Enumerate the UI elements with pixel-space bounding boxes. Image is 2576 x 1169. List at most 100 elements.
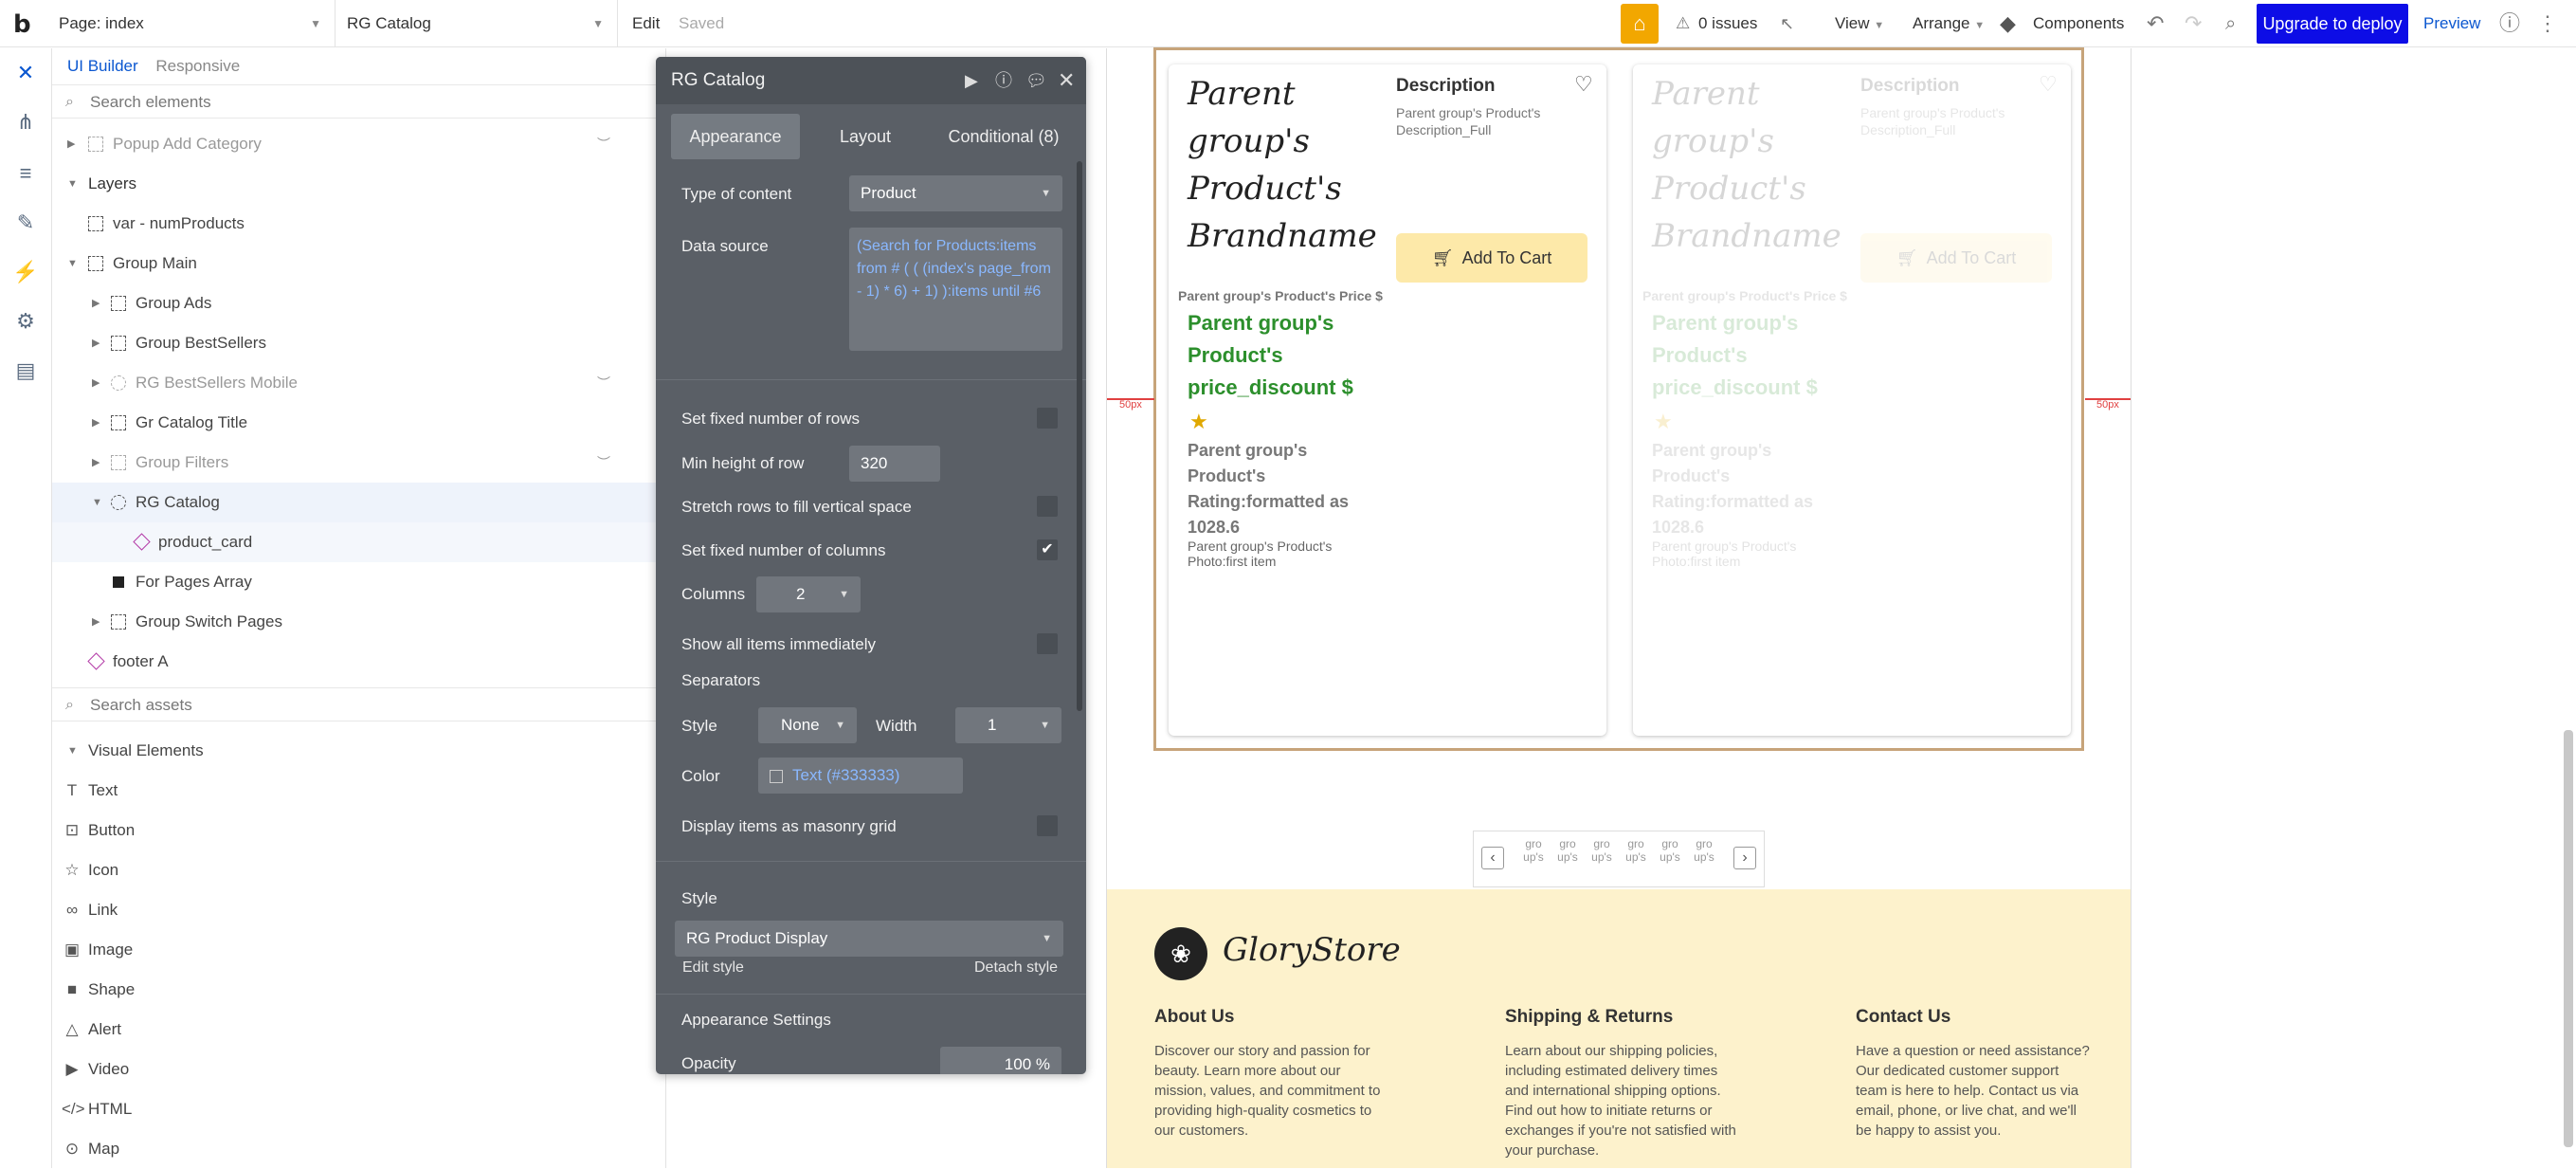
page-number[interactable]: gro up's <box>1551 837 1584 864</box>
min-height-input[interactable]: 320 <box>849 446 940 482</box>
tree-item-group-main[interactable]: ▼ Group Main <box>52 244 666 283</box>
columns-select[interactable]: 2 ▼ <box>756 576 861 612</box>
visual-element-map[interactable]: ⊙ Map <box>52 1129 666 1169</box>
hidden-eye-icon[interactable]: ︶ <box>597 124 610 164</box>
play-icon[interactable]: ▶ <box>965 57 978 104</box>
opacity-input[interactable]: 100 % <box>940 1047 1061 1074</box>
chevron-right-icon[interactable]: › <box>1733 847 1756 869</box>
element-select[interactable]: RG Catalog ▼ <box>336 0 618 47</box>
masonry-checkbox[interactable] <box>1037 815 1058 836</box>
tab-appearance[interactable]: Appearance <box>671 114 800 159</box>
redo-icon[interactable]: ↷ <box>2185 0 2202 47</box>
stretch-rows-checkbox[interactable] <box>1037 496 1058 517</box>
add-to-cart-button[interactable]: 🛒︎ Add To Cart <box>1396 233 1587 283</box>
visual-element-html[interactable]: </> HTML <box>52 1089 666 1129</box>
page-number[interactable]: gro up's <box>1654 837 1686 864</box>
logs-icon[interactable]: ▤ <box>12 357 39 384</box>
detach-style-link[interactable]: Detach style <box>974 959 1058 977</box>
search-icon[interactable]: ⌕ <box>2225 0 2236 47</box>
data-icon[interactable]: ≡ <box>12 160 39 187</box>
visual-element-image[interactable]: ▣ Image <box>52 930 666 970</box>
tree-item-label: Gr Catalog Title <box>136 413 248 431</box>
separator-color-input[interactable]: Text (#333333) <box>758 758 963 794</box>
group-icon <box>88 216 103 231</box>
tree-item-footer-a[interactable]: footer A <box>52 642 666 682</box>
canvas-scrollbar[interactable] <box>2564 730 2573 1147</box>
footer[interactable]: ❀ GloryStore About Us Discover our story… <box>1107 889 2131 1168</box>
page-select-value: Page: index <box>59 14 144 32</box>
style-select[interactable]: RG Product Display ▼ <box>675 921 1063 957</box>
tree-item-rg-bestsellers-mobile[interactable]: ▶ RG BestSellers Mobile ︶ <box>52 363 666 403</box>
issues-counter[interactable]: 0 issues <box>1698 0 1757 47</box>
styles-icon[interactable]: ✎ <box>12 210 39 236</box>
undo-icon[interactable]: ↶ <box>2147 0 2164 47</box>
tree-item-group-ads[interactable]: ▶ Group Ads <box>52 283 666 323</box>
type-of-content-select[interactable]: Product ▼ <box>849 175 1062 211</box>
gift-button[interactable]: ⌂ <box>1621 4 1659 44</box>
arrange-menu[interactable]: Arrange ▼ <box>1913 0 1985 47</box>
page-select[interactable]: Page: index ▼ <box>47 0 336 47</box>
info-icon[interactable]: ⓘ <box>995 57 1012 104</box>
search-assets-input[interactable]: ⌕ Search assets <box>52 687 666 721</box>
view-menu[interactable]: View ▼ <box>1835 0 1884 47</box>
editor-header[interactable]: RG Catalog ▶ ⓘ 💬︎ ✕ <box>656 57 1086 104</box>
tree-item-popup-add-category[interactable]: ▶ Popup Add Category ︶ <box>52 124 666 164</box>
workflow-icon[interactable]: ⋔ <box>12 109 39 136</box>
comment-icon[interactable]: 💬︎ <box>1025 57 1047 104</box>
data-source-expression[interactable]: (Search for Products:items from # ( ( (i… <box>849 228 1062 351</box>
visual-elements-header[interactable]: ▼ Visual Elements <box>52 731 666 771</box>
show-all-checkbox[interactable] <box>1037 633 1058 654</box>
fixed-rows-checkbox[interactable] <box>1037 408 1058 429</box>
product-card[interactable]: Parent group's Product's Brandname Descr… <box>1169 64 1606 736</box>
plugins-icon[interactable]: ⚡ <box>12 259 39 285</box>
pointer-icon[interactable]: ↖ <box>1780 0 1794 47</box>
preview-button[interactable]: Preview <box>2423 0 2480 47</box>
hidden-eye-icon[interactable]: ︶ <box>597 363 610 403</box>
visual-element-video[interactable]: ▶ Video <box>52 1050 666 1089</box>
image-icon: ▣ <box>63 941 81 959</box>
tree-item-rg-catalog[interactable]: ▼ RG Catalog <box>52 483 666 522</box>
components-button[interactable]: Components <box>2033 0 2124 47</box>
tree-item-group-filters[interactable]: ▶ Group Filters ︶ <box>52 443 666 483</box>
separator-width-select[interactable]: 1 ▼ <box>955 707 1061 743</box>
visual-element-link[interactable]: ∞ Link <box>52 890 666 930</box>
heart-icon[interactable]: ♡ <box>1574 72 1593 97</box>
close-icon[interactable]: ✕ <box>1058 57 1075 104</box>
chevron-down-icon: ▼ <box>839 589 849 600</box>
settings-icon[interactable]: ⚙ <box>12 308 39 335</box>
visual-element-alert[interactable]: △ Alert <box>52 1010 666 1050</box>
page-number[interactable]: gro up's <box>1620 837 1652 864</box>
page-number[interactable]: gro up's <box>1517 837 1550 864</box>
help-icon[interactable]: ⓘ <box>2499 0 2520 47</box>
tree-item-group-switch-pages[interactable]: ▶ Group Switch Pages <box>52 602 666 642</box>
search-elements-input[interactable]: ⌕ Search elements <box>52 84 665 119</box>
page-number[interactable]: gro up's <box>1688 837 1720 864</box>
editor-scrollbar[interactable] <box>1077 161 1082 711</box>
edit-style-link[interactable]: Edit style <box>682 959 744 977</box>
tree-item-gr-catalog-title[interactable]: ▶ Gr Catalog Title <box>52 403 666 443</box>
visual-element-icon[interactable]: ☆ Icon <box>52 850 666 890</box>
chevron-left-icon[interactable]: ‹ <box>1481 847 1504 869</box>
visual-element-text[interactable]: T Text <box>52 771 666 811</box>
tree-item-product-card[interactable]: product_card <box>52 522 666 562</box>
page-number[interactable]: gro up's <box>1586 837 1618 864</box>
tree-item-group-bestsellers[interactable]: ▶ Group BestSellers <box>52 323 666 363</box>
bubble-logo[interactable]: b <box>13 10 31 39</box>
visual-element-shape[interactable]: ■ Shape <box>52 970 666 1010</box>
more-icon[interactable]: ⋮ <box>2537 0 2558 47</box>
tree-item-label: For Pages Array <box>136 573 252 591</box>
edit-menu[interactable]: Edit <box>632 0 660 47</box>
tab-responsive[interactable]: Responsive <box>155 57 240 75</box>
tab-layout[interactable]: Layout <box>813 114 917 159</box>
design-icon[interactable]: ✕ <box>12 60 39 86</box>
upgrade-to-deploy-button[interactable]: Upgrade to deploy <box>2257 4 2408 44</box>
tree-item-var-numproducts[interactable]: var - numProducts <box>52 204 666 244</box>
tab-ui-builder[interactable]: UI Builder <box>67 57 138 75</box>
visual-element-button[interactable]: ⊡ Button <box>52 811 666 850</box>
separator-style-select[interactable]: None ▼ <box>758 707 857 743</box>
fixed-columns-checkbox[interactable]: ✔ <box>1037 539 1058 560</box>
tab-conditional[interactable]: Conditional (8) <box>933 114 1075 159</box>
hidden-eye-icon[interactable]: ︶ <box>597 443 610 483</box>
tree-item-for-pages-array[interactable]: For Pages Array <box>52 562 666 602</box>
tree-item-layers[interactable]: ▼ Layers <box>52 164 666 204</box>
